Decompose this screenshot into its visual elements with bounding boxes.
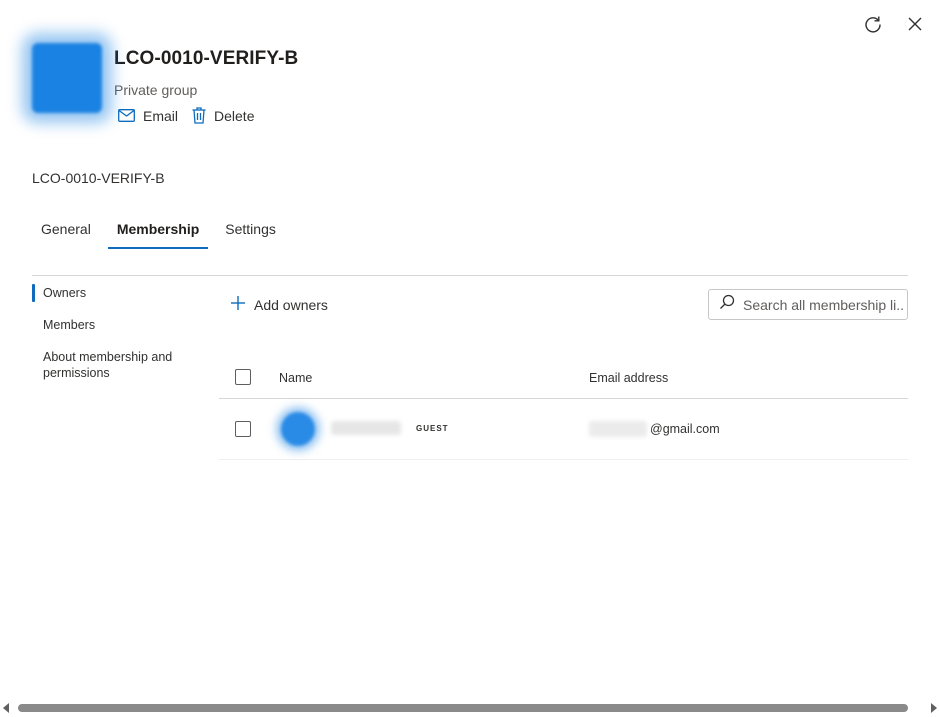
column-header-email[interactable]: Email address [589, 371, 668, 385]
table-header: Name Email address [219, 360, 908, 399]
search-icon [719, 294, 735, 315]
panel-top-actions [862, 13, 926, 35]
tab-general[interactable]: General [32, 218, 100, 249]
scroll-left-icon[interactable] [3, 703, 9, 713]
column-header-name[interactable]: Name [279, 371, 312, 385]
membership-search-box[interactable] [708, 289, 908, 320]
plus-icon [230, 295, 246, 314]
group-avatar [32, 43, 102, 113]
scrollbar-thumb[interactable] [18, 704, 908, 712]
owners-table: Name Email address GUEST @gmail.com [219, 360, 908, 460]
membership-side-nav: Owners Members About membership and perm… [32, 282, 202, 394]
side-nav-members[interactable]: Members [32, 314, 202, 336]
tab-bar: General Membership Settings [32, 218, 293, 249]
delete-button[interactable]: Delete [192, 107, 254, 124]
email-button-label: Email [143, 107, 179, 124]
page-title: LCO-0010-VERIFY-B [114, 48, 299, 69]
add-owners-button[interactable]: Add owners [230, 295, 328, 314]
group-type-label: Private group [114, 82, 198, 98]
row-checkbox[interactable] [235, 421, 251, 437]
search-input[interactable] [743, 296, 903, 313]
trash-icon [192, 107, 206, 124]
group-name-text: LCO-0010-VERIFY-B [32, 170, 165, 186]
group-header: LCO-0010-VERIFY-B Private group Email De… [32, 43, 298, 124]
select-all-checkbox[interactable] [235, 369, 251, 385]
add-owners-label: Add owners [254, 296, 328, 313]
email-button[interactable]: Email [118, 107, 178, 124]
scroll-right-icon[interactable] [931, 703, 937, 713]
content-divider [32, 275, 908, 276]
guest-badge: GUEST [416, 424, 449, 433]
table-row[interactable]: GUEST @gmail.com [219, 399, 908, 460]
close-icon[interactable] [904, 13, 926, 35]
horizontal-scrollbar[interactable] [0, 700, 940, 717]
header-actions: Email Delete [118, 107, 298, 124]
refresh-icon[interactable] [862, 13, 884, 35]
group-header-text: LCO-0010-VERIFY-B Private group Email De… [114, 43, 298, 124]
member-email-domain: @gmail.com [650, 422, 720, 436]
member-name-redacted [331, 421, 401, 435]
member-avatar [281, 412, 315, 446]
member-email-redacted [589, 421, 647, 437]
tab-membership[interactable]: Membership [107, 218, 209, 249]
side-nav-owners[interactable]: Owners [32, 282, 202, 304]
delete-button-label: Delete [214, 107, 255, 124]
side-nav-about-membership[interactable]: About membership and permissions [32, 346, 202, 384]
mail-icon [118, 109, 135, 122]
tab-settings[interactable]: Settings [216, 218, 285, 249]
